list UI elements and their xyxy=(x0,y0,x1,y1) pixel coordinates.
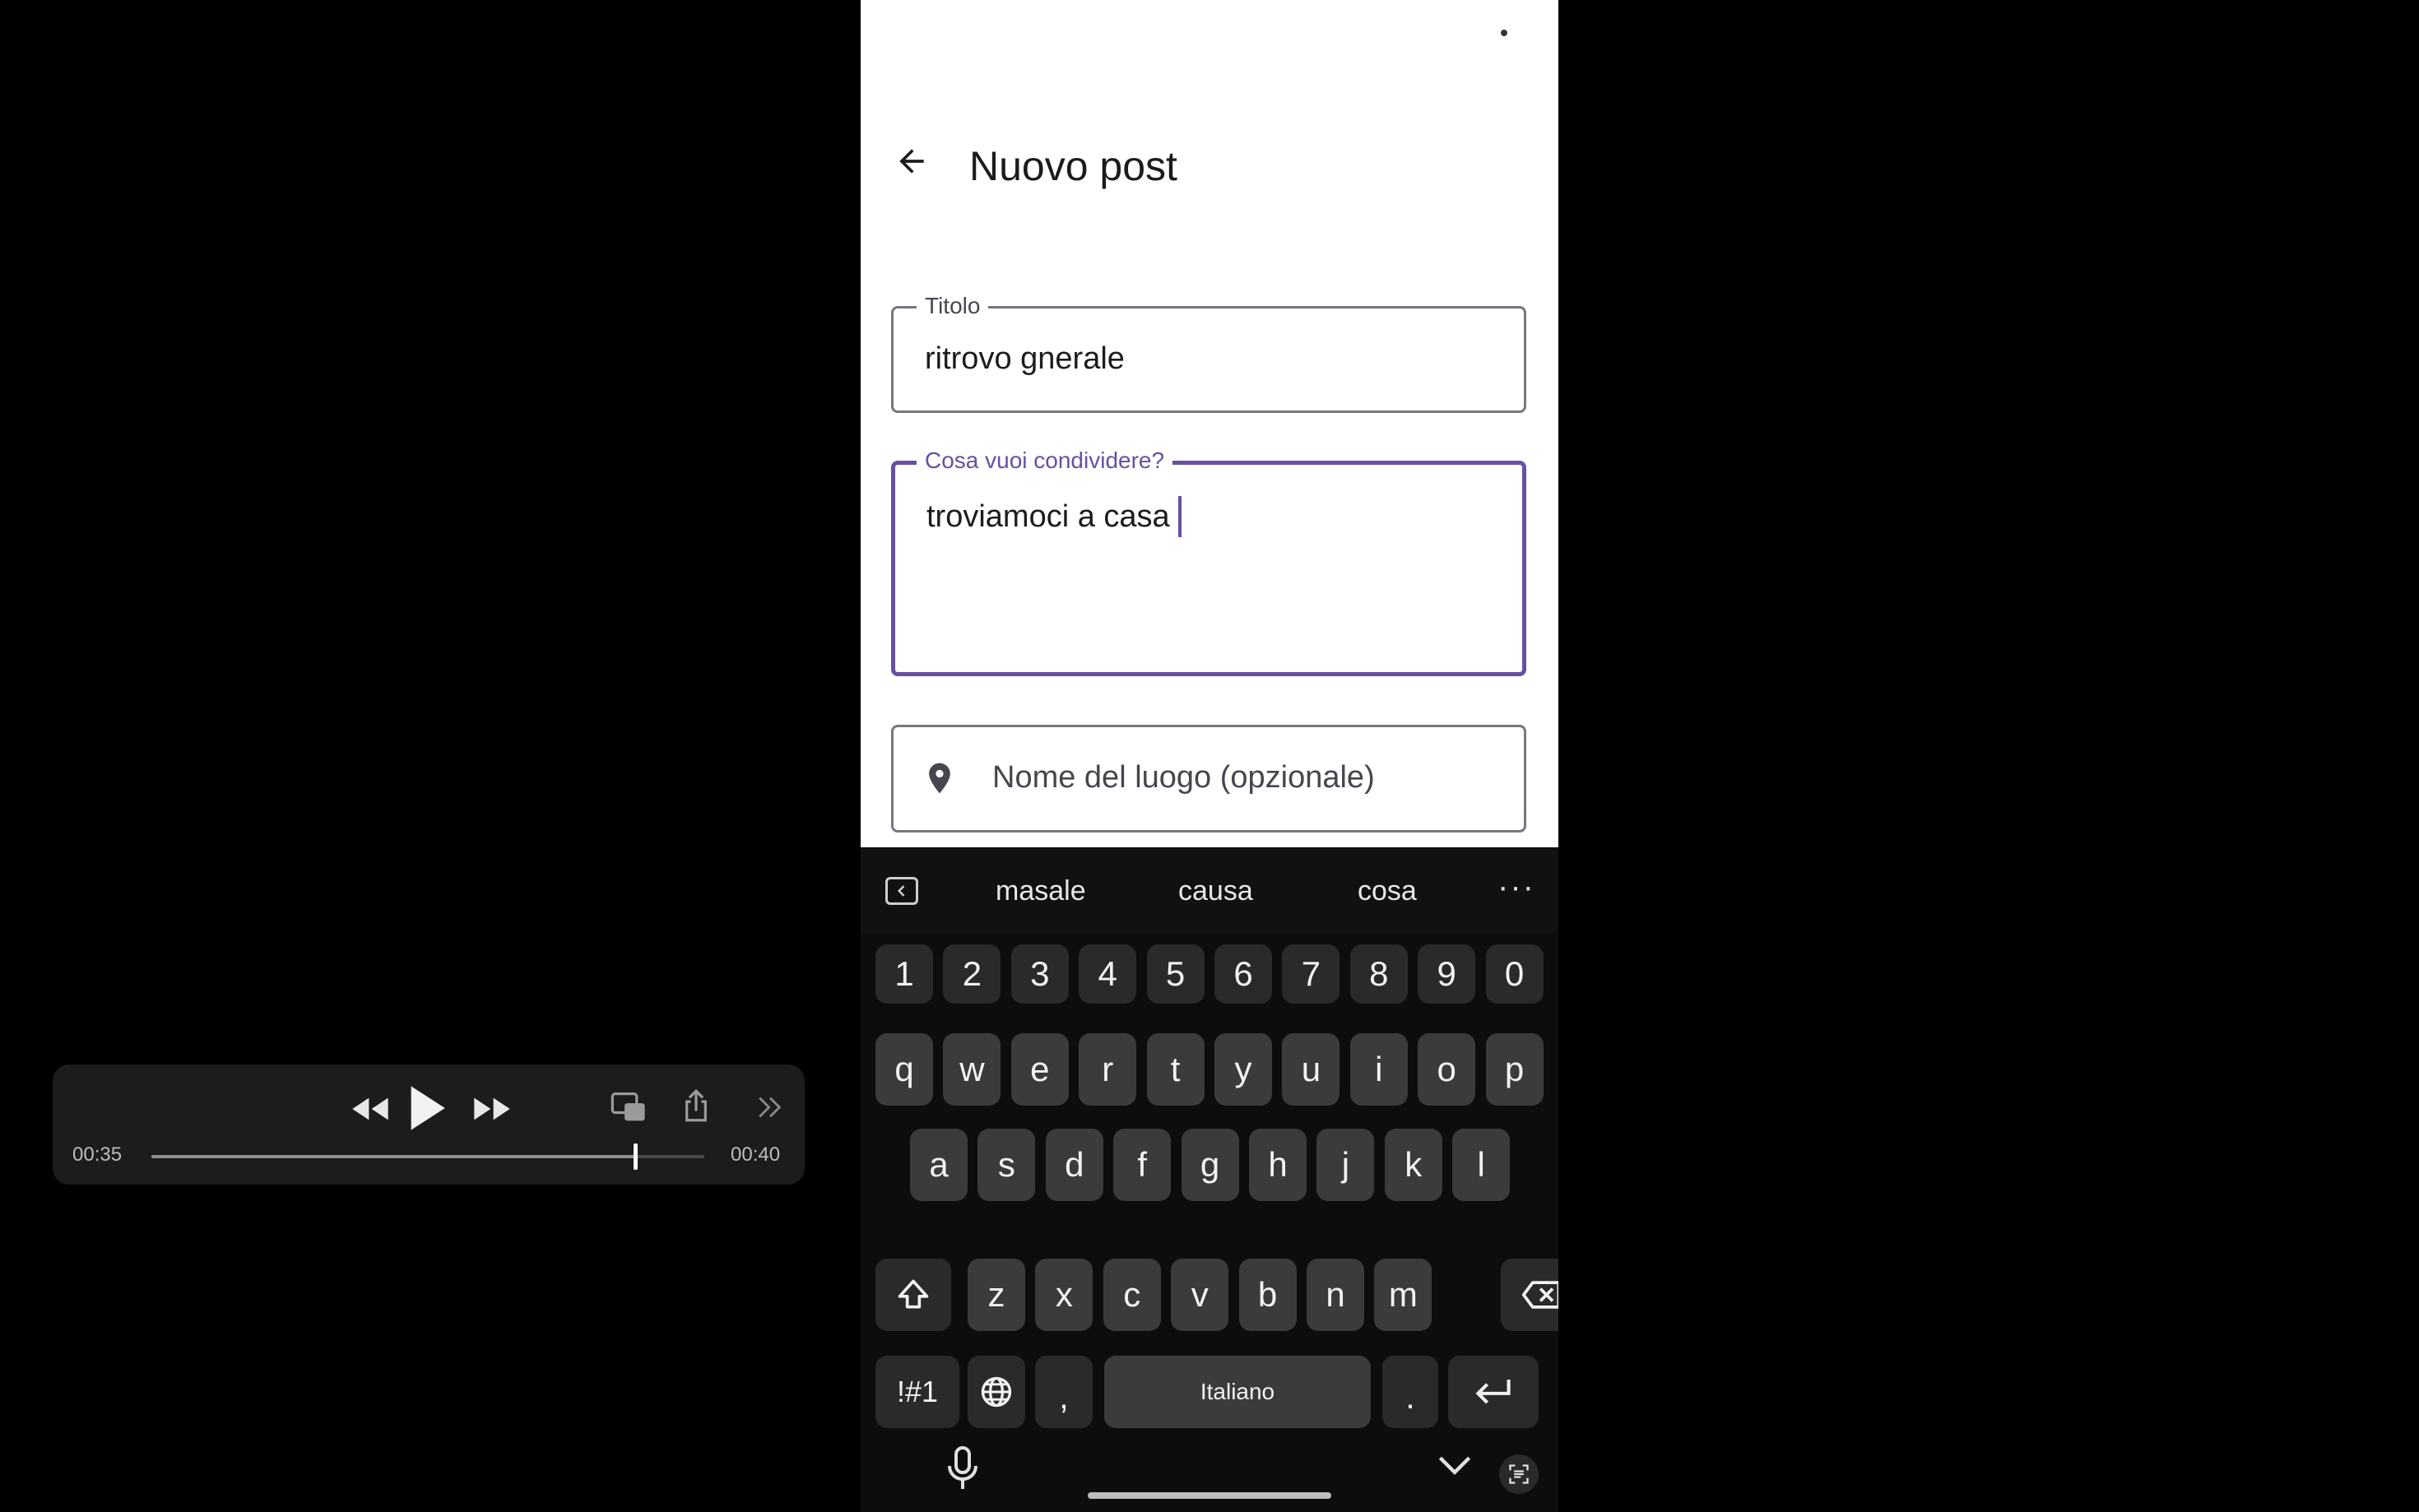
total-duration: 00:40 xyxy=(731,1143,781,1166)
key-j[interactable]: j xyxy=(1316,1129,1375,1201)
collapse-suggestions-icon[interactable] xyxy=(885,877,918,905)
key-9[interactable]: 9 xyxy=(1418,944,1476,1004)
key-1[interactable]: 1 xyxy=(875,944,933,1004)
key-f[interactable]: f xyxy=(1113,1129,1172,1201)
key-d[interactable]: d xyxy=(1045,1129,1103,1201)
space-key[interactable]: Italiano xyxy=(1104,1356,1371,1428)
post-body-field[interactable]: Cosa vuoi condividere? troviamoci a casa xyxy=(891,447,1526,676)
more-icon[interactable]: ··· xyxy=(1497,869,1535,906)
suggestion-3[interactable]: cosa xyxy=(1358,875,1417,907)
expand-icon xyxy=(759,1097,782,1118)
key-k[interactable]: k xyxy=(1384,1129,1442,1201)
suggestion-bar: masale causa cosa ··· xyxy=(861,847,1558,933)
place-name-placeholder: Nome del luogo (opzionale) xyxy=(992,760,1375,795)
expand-button[interactable] xyxy=(754,1089,787,1125)
seek-bar-handle[interactable] xyxy=(634,1143,638,1170)
key-q[interactable]: q xyxy=(875,1033,933,1106)
key-s[interactable]: s xyxy=(977,1129,1036,1201)
scan-text-icon[interactable] xyxy=(1499,1454,1539,1494)
post-body-field-label: Cosa vuoi condividere? xyxy=(917,447,1173,475)
title-field[interactable]: Titolo ritrovo gnerale xyxy=(891,292,1526,413)
mic-icon[interactable] xyxy=(946,1446,979,1492)
share-button[interactable] xyxy=(680,1086,713,1125)
key-t[interactable]: t xyxy=(1146,1033,1205,1106)
key-4[interactable]: 4 xyxy=(1079,944,1137,1004)
status-indicator xyxy=(1499,28,1509,38)
page-title: Nuovo post xyxy=(969,143,1177,189)
picture-in-picture-icon xyxy=(611,1092,645,1121)
key-6[interactable]: 6 xyxy=(1214,944,1272,1004)
globe-icon xyxy=(981,1376,1012,1408)
back-button[interactable] xyxy=(890,140,933,183)
key-a[interactable]: a xyxy=(910,1129,968,1201)
play-icon xyxy=(411,1086,445,1130)
key-g[interactable]: g xyxy=(1181,1129,1239,1201)
key-z[interactable]: z xyxy=(968,1259,1025,1331)
back-arrow-icon xyxy=(899,149,924,174)
comma-key[interactable]: , xyxy=(1035,1356,1093,1428)
period-key[interactable]: . xyxy=(1382,1356,1438,1428)
place-name-field[interactable]: Nome del luogo (opzionale) xyxy=(891,725,1526,833)
home-indicator[interactable] xyxy=(1088,1492,1331,1499)
key-u[interactable]: u xyxy=(1282,1033,1340,1106)
enter-icon xyxy=(1475,1380,1511,1404)
play-button[interactable] xyxy=(402,1079,453,1137)
key-c[interactable]: c xyxy=(1103,1259,1161,1331)
hide-keyboard-icon[interactable] xyxy=(1437,1453,1473,1477)
rewind-icon xyxy=(352,1097,388,1120)
key-h[interactable]: h xyxy=(1249,1129,1307,1201)
key-2[interactable]: 2 xyxy=(943,944,1001,1004)
key-n[interactable]: n xyxy=(1307,1259,1364,1331)
key-5[interactable]: 5 xyxy=(1146,944,1205,1004)
elapsed-time: 00:35 xyxy=(72,1143,123,1166)
title-field-value: ritrovo gnerale xyxy=(925,341,1125,376)
on-screen-keyboard: masale causa cosa ··· 1234567890qwertyui… xyxy=(861,847,1558,1512)
backspace-icon xyxy=(1521,1281,1558,1309)
picture-in-picture-button[interactable] xyxy=(609,1089,648,1125)
key-w[interactable]: w xyxy=(943,1033,1001,1106)
language-key[interactable] xyxy=(968,1356,1025,1428)
seek-bar[interactable] xyxy=(151,1143,704,1170)
backspace-key[interactable] xyxy=(1501,1259,1558,1331)
phone-screen: Nuovo post Titolo ritrovo gnerale Cosa v… xyxy=(861,0,1558,1512)
suggestion-1[interactable]: masale xyxy=(996,875,1086,907)
location-pin-icon xyxy=(929,763,950,794)
fast-forward-icon xyxy=(474,1097,510,1120)
key-3[interactable]: 3 xyxy=(1010,944,1069,1004)
shift-icon xyxy=(898,1279,929,1309)
key-8[interactable]: 8 xyxy=(1349,944,1408,1004)
text-cursor xyxy=(1177,496,1182,537)
enter-key[interactable] xyxy=(1448,1356,1539,1428)
key-l[interactable]: l xyxy=(1452,1129,1511,1201)
seek-bar-progress xyxy=(151,1155,635,1158)
new-post-screen: Nuovo post Titolo ritrovo gnerale Cosa v… xyxy=(861,0,1558,847)
key-b[interactable]: b xyxy=(1238,1259,1297,1331)
shift-key[interactable] xyxy=(875,1259,951,1331)
title-field-label: Titolo xyxy=(917,292,989,320)
key-m[interactable]: m xyxy=(1374,1259,1432,1331)
key-v[interactable]: v xyxy=(1171,1259,1229,1331)
key-i[interactable]: i xyxy=(1349,1033,1408,1106)
post-body-field-value: troviamoci a casa xyxy=(926,499,1170,534)
suggestion-2[interactable]: causa xyxy=(1178,875,1253,907)
key-y[interactable]: y xyxy=(1214,1033,1272,1106)
key-r[interactable]: r xyxy=(1079,1033,1137,1106)
video-player-controls: 00:35 00:40 xyxy=(53,1064,805,1185)
key-o[interactable]: o xyxy=(1418,1033,1476,1106)
key-0[interactable]: 0 xyxy=(1485,944,1544,1004)
key-7[interactable]: 7 xyxy=(1282,944,1340,1004)
share-icon xyxy=(685,1088,707,1122)
key-e[interactable]: e xyxy=(1010,1033,1069,1106)
key-p[interactable]: p xyxy=(1485,1033,1544,1106)
key-x[interactable]: x xyxy=(1035,1259,1093,1331)
fast-forward-button[interactable] xyxy=(467,1089,517,1129)
rewind-button[interactable] xyxy=(346,1089,395,1129)
symbols-key[interactable]: !#1 xyxy=(875,1356,959,1428)
post-body-value-wrap: troviamoci a casa xyxy=(926,496,1182,537)
